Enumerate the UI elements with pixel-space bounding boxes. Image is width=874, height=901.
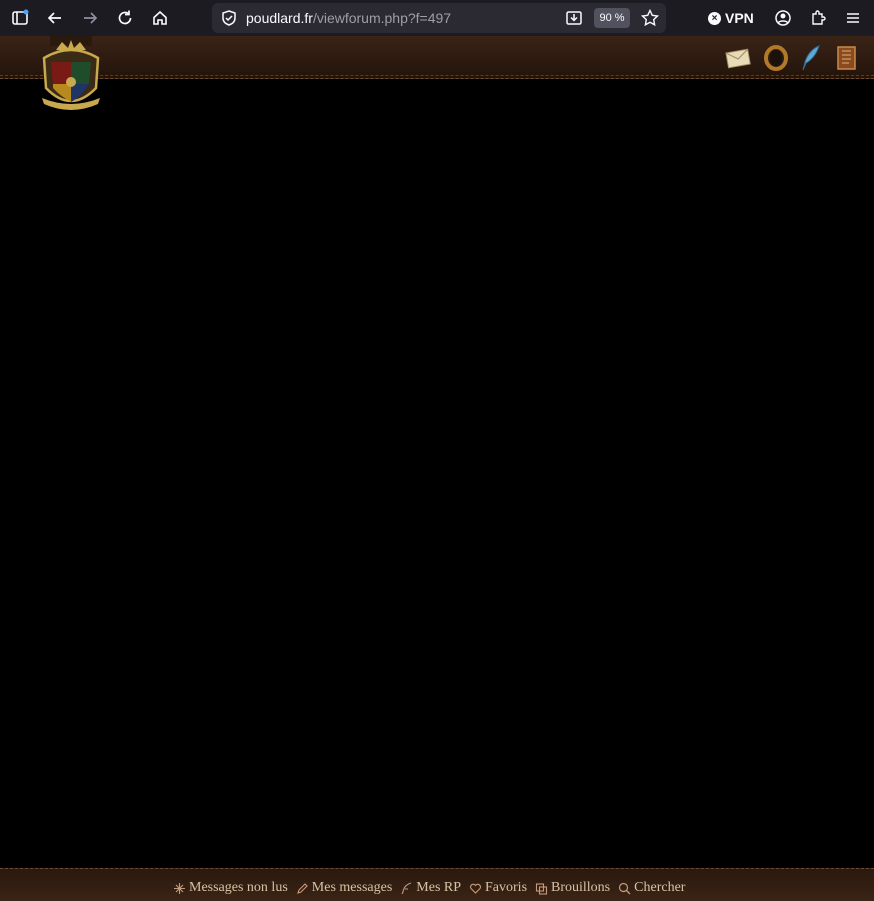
search-icon	[619, 882, 631, 894]
home-icon[interactable]	[146, 4, 174, 32]
main-content	[0, 79, 874, 868]
url-text[interactable]: poudlard.fr/viewforum.php?f=497	[246, 10, 451, 26]
extensions-icon[interactable]	[804, 4, 832, 32]
footer-link-my-messages[interactable]: Mes messages	[296, 880, 393, 896]
reload-icon[interactable]	[111, 4, 139, 32]
pencil-icon	[296, 882, 308, 894]
drafts-icon	[535, 882, 548, 895]
footer-link-search[interactable]: Chercher	[618, 880, 685, 896]
browser-toolbar: poudlard.fr/viewforum.php?f=497 90 % × V…	[0, 0, 874, 36]
ring-icon[interactable]	[762, 44, 790, 72]
footer-link-label: Favoris	[485, 880, 528, 895]
url-path: /viewforum.php?f=497	[312, 10, 452, 26]
url-domain: poudlard.fr	[246, 10, 313, 26]
vpn-button[interactable]: × VPN	[708, 8, 754, 28]
vpn-off-icon: ×	[708, 11, 721, 25]
sparkle-icon	[174, 882, 185, 894]
footer-link-unread[interactable]: Messages non lus	[173, 880, 288, 896]
heart-icon	[470, 883, 481, 894]
url-bar[interactable]: poudlard.fr/viewforum.php?f=497 90 %	[212, 3, 666, 33]
footer-link-my-rp[interactable]: Mes RP	[400, 880, 461, 896]
back-icon[interactable]	[41, 4, 69, 32]
scroll-icon[interactable]	[832, 44, 860, 72]
menu-icon[interactable]	[839, 4, 867, 32]
sidebar-icon[interactable]	[6, 4, 34, 32]
star-icon[interactable]	[640, 8, 660, 28]
footer-link-favorites[interactable]: Favoris	[469, 880, 527, 896]
footer-link-label: Mes RP	[416, 880, 462, 895]
vpn-label: VPN	[725, 10, 754, 26]
feather-icon	[401, 881, 412, 894]
hogwarts-crest-logo[interactable]	[36, 36, 106, 116]
account-icon[interactable]	[769, 4, 797, 32]
envelope-icon[interactable]	[724, 44, 752, 72]
footer-link-label: Chercher	[634, 880, 686, 895]
download-icon[interactable]	[564, 8, 584, 28]
shield-icon[interactable]	[220, 9, 238, 27]
footer-link-label: Messages non lus	[189, 880, 288, 895]
footer-link-drafts[interactable]: Brouillons	[535, 880, 610, 896]
quill-icon[interactable]	[797, 44, 825, 72]
footer-link-label: Mes messages	[311, 880, 393, 895]
footer-nav: Messages non lus Mes messages Mes RP Fav…	[173, 879, 693, 897]
zoom-level-button[interactable]: 90 %	[594, 8, 630, 28]
footer-link-label: Brouillons	[551, 880, 611, 895]
forward-icon[interactable]	[76, 4, 104, 32]
